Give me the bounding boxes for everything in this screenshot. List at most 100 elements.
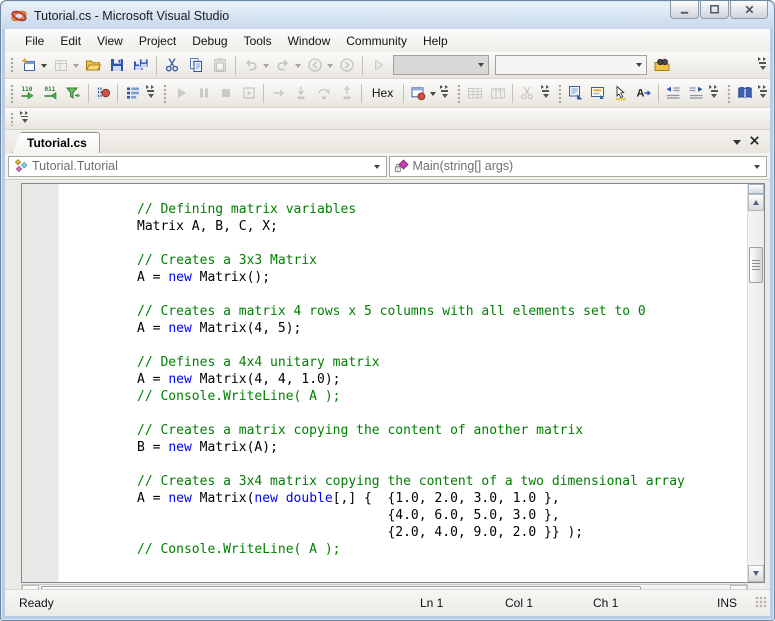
restart-button[interactable] — [238, 82, 261, 104]
new-item-button[interactable] — [17, 54, 41, 76]
menu-debug[interactable]: Debug — [184, 31, 235, 51]
copy-button[interactable] — [184, 54, 208, 76]
editor-splitter-handle[interactable] — [748, 184, 764, 194]
toolbar-overflow-button[interactable] — [756, 54, 769, 76]
menu-community[interactable]: Community — [338, 31, 415, 51]
vertical-scrollbar[interactable] — [747, 184, 764, 582]
maximize-button[interactable] — [700, 1, 729, 19]
menu-view[interactable]: View — [89, 31, 131, 51]
toggle-breakpoint-button[interactable] — [92, 82, 115, 104]
dropdown-arrow-icon[interactable] — [327, 64, 333, 71]
toolbar-overflow-button[interactable] — [540, 82, 552, 104]
continue-button[interactable] — [170, 82, 193, 104]
dropdown-arrow-icon[interactable] — [430, 92, 436, 99]
dropdown-arrow-icon[interactable] — [263, 64, 269, 71]
types-combo[interactable]: Tutorial.Tutorial — [8, 156, 387, 177]
members-combo[interactable]: Main(string[] args) — [389, 156, 768, 177]
close-button[interactable] — [730, 1, 768, 19]
pause-button[interactable] — [192, 82, 215, 104]
step-out-button[interactable] — [335, 82, 358, 104]
minimize-button[interactable] — [670, 1, 699, 19]
bookmarks-button[interactable] — [733, 82, 756, 104]
toolbar-overflow-button[interactable] — [708, 82, 720, 104]
toolbar-overflow-button[interactable] — [18, 108, 31, 130]
open-file-button[interactable] — [81, 54, 105, 76]
toolbar-extra — [5, 108, 770, 130]
scroll-up-button[interactable] — [748, 194, 764, 211]
debug-110-button[interactable]: 110 — [17, 82, 40, 104]
toolbar-grip[interactable] — [456, 83, 461, 103]
toolbar-separator — [403, 84, 404, 103]
chevron-down-icon — [478, 63, 484, 70]
navigate-backward-button[interactable] — [303, 54, 327, 76]
save-all-icon — [133, 57, 149, 73]
cut-button[interactable] — [160, 54, 184, 76]
toolbar-grip[interactable] — [162, 83, 167, 103]
debug-011-button[interactable]: 011 — [39, 82, 62, 104]
save-all-button[interactable] — [129, 54, 153, 76]
code-line: // Creates a matrix 4 rows x 5 columns w… — [137, 303, 747, 320]
toolbar-overflow-button[interactable] — [145, 82, 157, 104]
title-bar[interactable]: Tutorial.cs - Microsoft Visual Studio — [2, 2, 773, 29]
code-line: A = new Matrix(new double[,] { {1.0, 2.0… — [137, 490, 747, 507]
undo-button[interactable] — [239, 54, 263, 76]
table-button-2[interactable] — [486, 82, 509, 104]
increase-indent-button[interactable] — [685, 82, 708, 104]
table-button-1[interactable] — [464, 82, 487, 104]
display-member-list-button[interactable] — [564, 82, 587, 104]
toolbar-grip[interactable] — [9, 83, 14, 103]
navigate-forward-button[interactable] — [335, 54, 359, 76]
menu-edit[interactable]: Edit — [52, 31, 89, 51]
word-completion-button[interactable]: A — [632, 82, 655, 104]
breakpoint-window-button[interactable] — [407, 82, 430, 104]
toolbar-separator — [235, 56, 236, 75]
solution-configurations-combo[interactable] — [393, 55, 489, 75]
close-document-icon — [749, 135, 760, 146]
resize-grip[interactable] — [755, 596, 767, 608]
show-next-statement-button[interactable] — [267, 82, 290, 104]
parameter-info-button[interactable] — [587, 82, 610, 104]
vertical-scroll-thumb[interactable] — [749, 247, 763, 283]
find-in-files-button[interactable] — [650, 54, 674, 76]
paste-button[interactable] — [208, 54, 232, 76]
code-editor[interactable]: // Defining matrix variablesMatrix A, B,… — [21, 183, 765, 583]
menu-help[interactable]: Help — [415, 31, 456, 51]
scroll-down-button[interactable] — [748, 565, 764, 582]
stop-button[interactable] — [215, 82, 238, 104]
dropdown-arrow-icon[interactable] — [73, 64, 79, 71]
tab-tutorial-cs[interactable]: Tutorial.cs — [12, 132, 100, 153]
delete-table-button[interactable] — [516, 82, 539, 104]
dropdown-arrow-icon[interactable] — [295, 64, 301, 71]
toolbar-overflow-button[interactable] — [757, 82, 769, 104]
menu-tools[interactable]: Tools — [236, 31, 280, 51]
breakpoints-window-button[interactable] — [121, 82, 144, 104]
add-item-button[interactable] — [49, 54, 73, 76]
code-text-area[interactable]: // Defining matrix variablesMatrix A, B,… — [59, 184, 747, 582]
menu-bar: FileEditViewProjectDebugToolsWindowCommu… — [5, 29, 770, 52]
decrease-indent-button[interactable] — [662, 82, 685, 104]
find-combo[interactable] — [495, 55, 647, 75]
start-button[interactable] — [366, 54, 390, 76]
toolbar-grip[interactable] — [726, 83, 731, 103]
cut-gray-icon — [519, 85, 535, 101]
menu-project[interactable]: Project — [131, 31, 184, 51]
hex-display-button[interactable]: Hex — [365, 83, 400, 103]
active-files-dropdown-icon[interactable] — [733, 140, 741, 149]
close-document-button[interactable] — [749, 135, 760, 149]
step-into-button[interactable] — [290, 82, 313, 104]
toolbar-grip[interactable] — [557, 83, 562, 103]
toolbar-grip[interactable] — [9, 56, 14, 74]
quick-info-button[interactable] — [610, 82, 633, 104]
save-button[interactable] — [105, 54, 129, 76]
dropdown-arrow-icon[interactable] — [41, 64, 47, 71]
step-110-icon: 110 — [20, 85, 36, 101]
chevron-down-icon — [374, 165, 380, 172]
toolbar-overflow-button[interactable] — [439, 82, 451, 104]
debug-filter-button[interactable] — [62, 82, 85, 104]
menu-file[interactable]: File — [17, 31, 52, 51]
redo-button[interactable] — [271, 54, 295, 76]
status-insert-mode: INS — [717, 596, 737, 610]
toolbar-grip[interactable] — [9, 111, 14, 126]
menu-window[interactable]: Window — [280, 31, 339, 51]
step-over-button[interactable] — [313, 82, 336, 104]
